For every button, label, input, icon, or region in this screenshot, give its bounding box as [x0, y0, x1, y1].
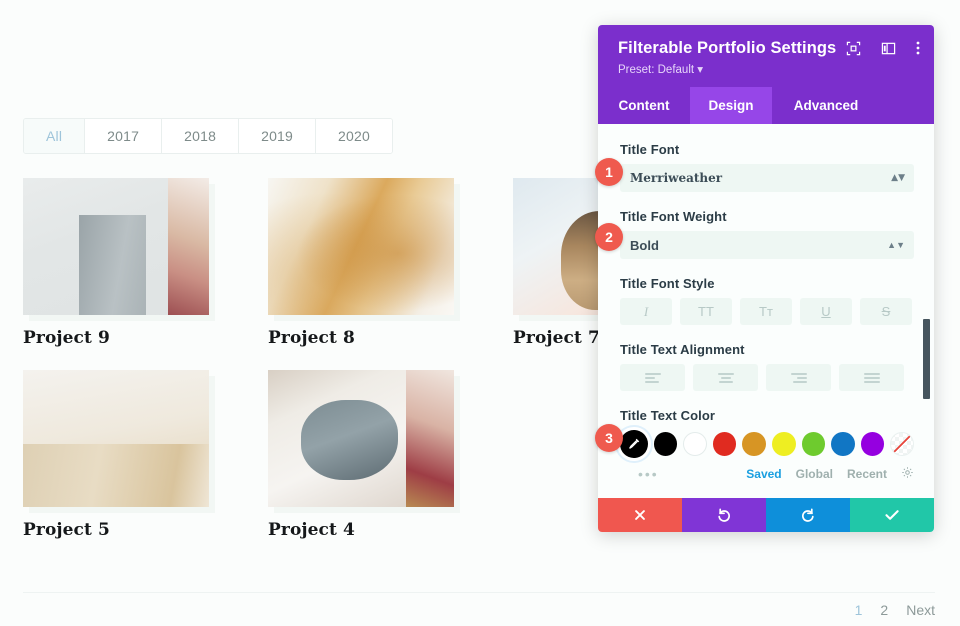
save-button[interactable] [850, 498, 934, 532]
modal-scrollbar-thumb[interactable] [923, 319, 930, 399]
portfolio-item[interactable]: Project 8 [268, 178, 458, 348]
project-thumbnail[interactable] [23, 178, 209, 315]
project-image [23, 370, 209, 507]
swatch-purple[interactable] [860, 432, 885, 456]
title-font-weight-label: Title Font Weight [620, 209, 727, 224]
project-title: Project 8 [268, 328, 355, 348]
uppercase-glyph: TT [698, 304, 714, 319]
swatch-green[interactable] [801, 432, 826, 456]
undo-button[interactable] [682, 498, 766, 532]
filter-2019[interactable]: 2019 [239, 119, 317, 153]
chevron-down-icon: ▾ [697, 64, 704, 76]
project-thumbnail[interactable] [268, 178, 454, 315]
strikethrough-icon[interactable]: S [860, 298, 912, 325]
uppercase-icon[interactable]: TT [680, 298, 732, 325]
preset-selector[interactable]: Preset: Default ▾ [618, 62, 916, 76]
header-icon-group [846, 40, 920, 56]
swatch-transparent[interactable] [890, 432, 914, 456]
color-tab-global[interactable]: Global [796, 467, 833, 481]
page-2[interactable]: 2 [880, 602, 888, 618]
filter-2018[interactable]: 2018 [162, 119, 240, 153]
project-image [268, 370, 454, 507]
portfolio-item[interactable]: Project 5 [23, 370, 213, 540]
title-text-alignment-label: Title Text Alignment [620, 342, 745, 357]
cancel-button[interactable] [598, 498, 682, 532]
page-1[interactable]: 1 [855, 602, 863, 618]
screen: All 2017 2018 2019 2020 Project 9 Projec… [0, 0, 960, 626]
smallcaps-glyph: Tᴛ [759, 304, 773, 319]
focus-icon[interactable] [846, 41, 861, 56]
layout-icon[interactable] [881, 41, 896, 56]
align-justify-icon[interactable] [839, 364, 904, 391]
align-right-icon[interactable] [766, 364, 831, 391]
project-title: Project 4 [268, 520, 355, 540]
pagination: 1 2 Next [855, 602, 935, 618]
title-font-select[interactable]: Merriweather ▲▼ [620, 164, 914, 192]
portfolio-item[interactable]: Project 9 [23, 178, 213, 348]
page-next[interactable]: Next [906, 602, 935, 618]
chevron-updown-icon: ▲▼ [887, 239, 905, 250]
smallcaps-icon[interactable]: Tᴛ [740, 298, 792, 325]
project-title: Project 9 [23, 328, 110, 348]
swatch-black[interactable] [653, 432, 678, 456]
align-left-icon[interactable] [620, 364, 685, 391]
color-picker-swatch[interactable] [620, 430, 648, 458]
chevron-updown-icon: ▲▼ [891, 172, 905, 183]
project-thumbnail[interactable] [268, 370, 454, 507]
project-image [23, 178, 209, 315]
ellipsis-icon[interactable]: ••• [638, 466, 659, 482]
title-text-color-label: Title Text Color [620, 408, 716, 423]
filter-2017[interactable]: 2017 [85, 119, 163, 153]
callout-1: 1 [595, 158, 623, 186]
underline-icon[interactable]: U [800, 298, 852, 325]
color-tab-saved[interactable]: Saved [746, 467, 781, 481]
modal-header: Filterable Portfolio Settings Preset: De… [598, 25, 934, 87]
title-font-value: Merriweather [630, 171, 723, 185]
footer-divider [23, 592, 935, 593]
title-font-style-label: Title Font Style [620, 276, 715, 291]
swatch-orange[interactable] [742, 432, 766, 456]
title-font-weight-select[interactable]: Bold ▲▼ [620, 231, 914, 259]
portfolio-item[interactable]: Project 4 [268, 370, 458, 540]
module-settings-modal: Filterable Portfolio Settings Preset: De… [598, 25, 934, 532]
project-title: Project 5 [23, 520, 110, 540]
swatch-red[interactable] [712, 432, 737, 456]
color-tab-recent[interactable]: Recent [847, 467, 887, 481]
title-font-style-options: I TT Tᴛ U S [620, 298, 914, 325]
swatch-blue[interactable] [831, 432, 855, 456]
color-meta-row: ••• Saved Global Recent [620, 466, 914, 482]
modal-body: Title Font Merriweather ▲▼ Title Font We… [598, 124, 934, 488]
preset-label: Preset: Default [618, 64, 695, 76]
title-font-label: Title Font [620, 142, 680, 157]
italic-icon[interactable]: I [620, 298, 672, 325]
swatch-yellow[interactable] [771, 432, 796, 456]
redo-button[interactable] [766, 498, 850, 532]
align-center-icon[interactable] [693, 364, 758, 391]
modal-tabs: Content Design Advanced [598, 87, 934, 124]
filter-all[interactable]: All [24, 119, 86, 153]
tab-design[interactable]: Design [690, 87, 772, 124]
title-font-weight-value: Bold [630, 237, 659, 253]
project-thumbnail[interactable] [23, 370, 209, 507]
swatch-white[interactable] [683, 432, 707, 456]
color-source-tabs: Saved Global Recent [746, 466, 914, 482]
color-swatch-row [620, 430, 914, 458]
modal-action-bar [598, 498, 934, 532]
project-image [268, 178, 454, 315]
gear-icon[interactable] [901, 466, 914, 482]
tab-content[interactable]: Content [598, 87, 690, 124]
tab-advanced[interactable]: Advanced [772, 87, 880, 124]
callout-2: 2 [595, 223, 623, 251]
callout-3: 3 [595, 424, 623, 452]
filter-2020[interactable]: 2020 [316, 119, 392, 153]
title-text-alignment-options [620, 364, 914, 391]
more-vertical-icon[interactable] [916, 40, 920, 56]
portfolio-filter-bar: All 2017 2018 2019 2020 [23, 118, 393, 154]
